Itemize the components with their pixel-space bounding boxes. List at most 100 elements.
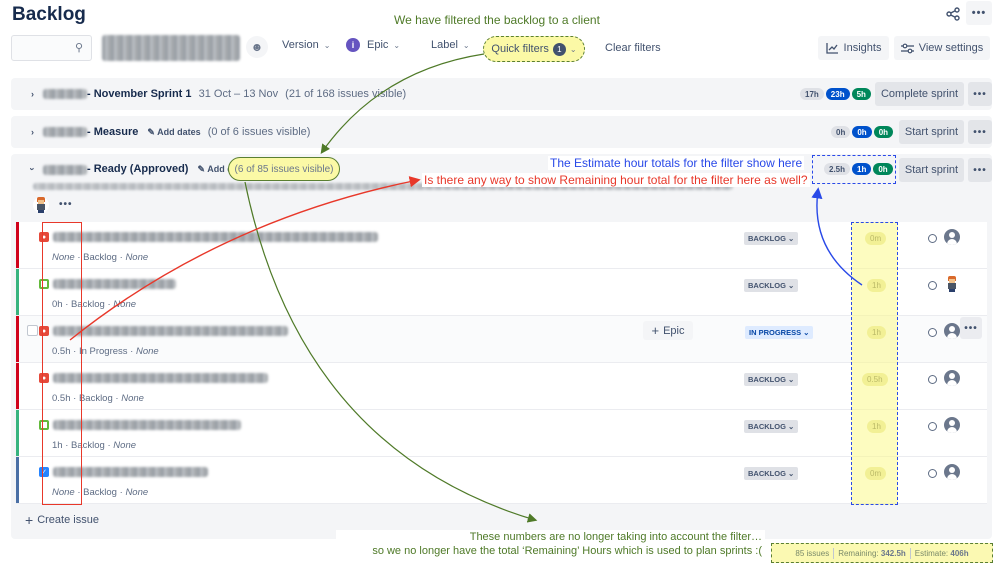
version-label: Version: [282, 39, 319, 51]
priority-radio[interactable]: [928, 281, 937, 290]
more-actions-button[interactable]: •••: [966, 1, 992, 25]
issue-row[interactable]: ● None · Backlog · None BACKLOG ⌄ 0m: [16, 222, 987, 269]
epic-label: Epic: [367, 39, 389, 51]
insights-label: Insights: [843, 42, 882, 54]
sprint-more-button[interactable]: •••: [968, 120, 992, 144]
chevron-right-icon[interactable]: ›: [31, 127, 34, 137]
chevron-down-icon[interactable]: ›: [28, 168, 38, 171]
assignee-filter-avatar[interactable]: [33, 197, 49, 213]
more-assignees-button[interactable]: •••: [59, 199, 73, 210]
sprint-header[interactable]: › - November Sprint 1 31 Oct – 13 Nov (2…: [11, 78, 992, 110]
status-dropdown[interactable]: BACKLOG ⌄: [744, 467, 799, 480]
sprint-visible-count: (21 of 168 issues visible): [285, 88, 407, 100]
priority-radio[interactable]: [928, 375, 937, 384]
sprint-ready-approved: › - Ready (Approved) ✎ Add dates 2.5h 1h…: [11, 154, 992, 539]
divider: [833, 547, 835, 559]
sprint-prefix-redacted: [43, 127, 87, 137]
unassigned-avatar-icon[interactable]: [944, 417, 960, 433]
priority-bar: [16, 363, 19, 409]
status-dropdown[interactable]: BACKLOG ⌄: [744, 373, 799, 386]
add-people-icon[interactable]: ☻: [246, 36, 268, 58]
sprint-measure: › - Measure ✎ Add dates (0 of 6 issues v…: [11, 116, 992, 148]
issue-row[interactable]: ● 0.5h · In Progress · None + Epic IN PRO…: [16, 316, 987, 363]
issue-row[interactable]: ✓ None · Backlog · None BACKLOG ⌄ 0m: [16, 457, 987, 504]
estimate-summary: Estimate: 406h: [914, 548, 969, 558]
issue-row[interactable]: 1h · Backlog · None BACKLOG ⌄ 1h: [16, 410, 987, 457]
epic-filter[interactable]: i Epic ⌄: [346, 38, 400, 52]
sprint-name: - Measure ✎ Add dates (0 of 6 issues vis…: [87, 126, 311, 138]
issue-summary-redacted[interactable]: [53, 373, 268, 383]
chevron-down-icon: ⌄: [462, 40, 470, 50]
sprint-visible-count: (0 of 6 issues visible): [207, 126, 311, 138]
sprint-november-sprint-1: › - November Sprint 1 31 Oct – 13 Nov (2…: [11, 78, 992, 110]
add-dates-link[interactable]: ✎ Add dates: [147, 127, 200, 137]
done-estimate-pill: 5h: [851, 88, 871, 100]
issue-summary-redacted[interactable]: [53, 326, 288, 336]
sprint-dates: 31 Oct – 13 Nov: [198, 88, 279, 100]
sprint-estimate-pills: 0h 0h 0h: [829, 126, 894, 138]
priority-radio[interactable]: [928, 328, 937, 337]
estimate-column-highlight: [42, 222, 82, 505]
plus-icon: +: [651, 323, 660, 338]
plus-icon: +: [25, 511, 34, 528]
sprint-more-button[interactable]: •••: [968, 82, 992, 106]
status-dropdown[interactable]: BACKLOG ⌄: [744, 232, 799, 245]
chevron-down-icon: ⌄: [569, 44, 577, 54]
search-input[interactable]: ⚲: [11, 35, 92, 61]
annotation-footer-note: These numbers are no longer taking into …: [336, 530, 765, 558]
unassigned-avatar-icon[interactable]: [944, 229, 960, 245]
row-more-button[interactable]: •••: [960, 317, 982, 339]
insights-button[interactable]: Insights: [818, 36, 889, 60]
unassigned-avatar-icon[interactable]: [944, 323, 960, 339]
unassigned-avatar-icon[interactable]: [944, 370, 960, 386]
share-icon[interactable]: [940, 2, 966, 26]
done-estimate-pill: 0h: [873, 126, 894, 138]
view-settings-button[interactable]: View settings: [894, 36, 990, 60]
chevron-right-icon[interactable]: ›: [31, 89, 34, 99]
start-sprint-button[interactable]: Start sprint: [899, 158, 964, 182]
pixel-avatar-icon[interactable]: [947, 276, 957, 292]
status-dropdown[interactable]: IN PROGRESS ⌄: [745, 326, 814, 339]
issue-row[interactable]: 0h · Backlog · None BACKLOG ⌄ 1h: [16, 269, 987, 316]
annotation-filter-note: We have filtered the backlog to a client: [394, 13, 600, 27]
avatar-group-redacted[interactable]: [102, 35, 240, 61]
chevron-down-icon: ⌄: [323, 40, 331, 50]
annotation-remaining-question: Is there any way to show Remaining hour …: [422, 173, 810, 187]
status-dropdown[interactable]: BACKLOG ⌄: [744, 279, 799, 292]
search-icon: ⚲: [74, 42, 83, 54]
quick-filters-count-badge: 1: [552, 42, 566, 56]
inprogress-estimate-pill: 23h: [825, 88, 850, 100]
issue-summary-redacted[interactable]: [53, 232, 378, 242]
complete-sprint-button[interactable]: Complete sprint: [875, 82, 964, 106]
quick-filters-button[interactable]: Quick filters 1 ⌄: [483, 36, 585, 62]
sprint-header[interactable]: › - Measure ✎ Add dates (0 of 6 issues v…: [11, 116, 992, 148]
priority-radio[interactable]: [928, 469, 937, 478]
priority-radio[interactable]: [928, 234, 937, 243]
create-issue-button[interactable]: + Create issue: [25, 511, 99, 528]
status-dropdown[interactable]: BACKLOG ⌄: [744, 420, 799, 433]
more-icon: •••: [973, 126, 987, 138]
issue-row[interactable]: ● 0.5h · Backlog · None BACKLOG ⌄ 0.5h: [16, 363, 987, 410]
sprint-name: - Ready (Approved) ✎ Add dates: [87, 163, 251, 175]
priority-bar: [16, 410, 19, 456]
priority-radio[interactable]: [928, 422, 937, 431]
pixel-avatar-icon: [36, 197, 46, 213]
unassigned-avatar-icon[interactable]: [944, 464, 960, 480]
chevron-down-icon: ⌄: [393, 40, 401, 50]
sprint-prefix-redacted: [43, 89, 87, 99]
version-filter[interactable]: Version ⌄: [282, 39, 330, 51]
sprint-more-button[interactable]: •••: [968, 158, 992, 182]
priority-bar: [16, 316, 19, 362]
start-sprint-button[interactable]: Start sprint: [899, 120, 964, 144]
todo-estimate-pill: 17h: [800, 88, 824, 100]
issue-list: ● None · Backlog · None BACKLOG ⌄ 0m 0h …: [16, 222, 987, 504]
priority-bar: [16, 222, 19, 268]
clear-filters-button[interactable]: Clear filters: [605, 42, 661, 54]
label-filter[interactable]: Label ⌄: [431, 39, 470, 51]
sprint-name: - November Sprint 1 31 Oct – 13 Nov (21 …: [87, 88, 407, 100]
issues-count: 85 issues: [795, 548, 830, 558]
annotation-estimate-note: The Estimate hour totals for the filter …: [548, 156, 805, 170]
add-epic-button[interactable]: + Epic: [643, 321, 693, 340]
select-checkbox[interactable]: [27, 325, 38, 336]
label-label: Label: [431, 39, 458, 51]
